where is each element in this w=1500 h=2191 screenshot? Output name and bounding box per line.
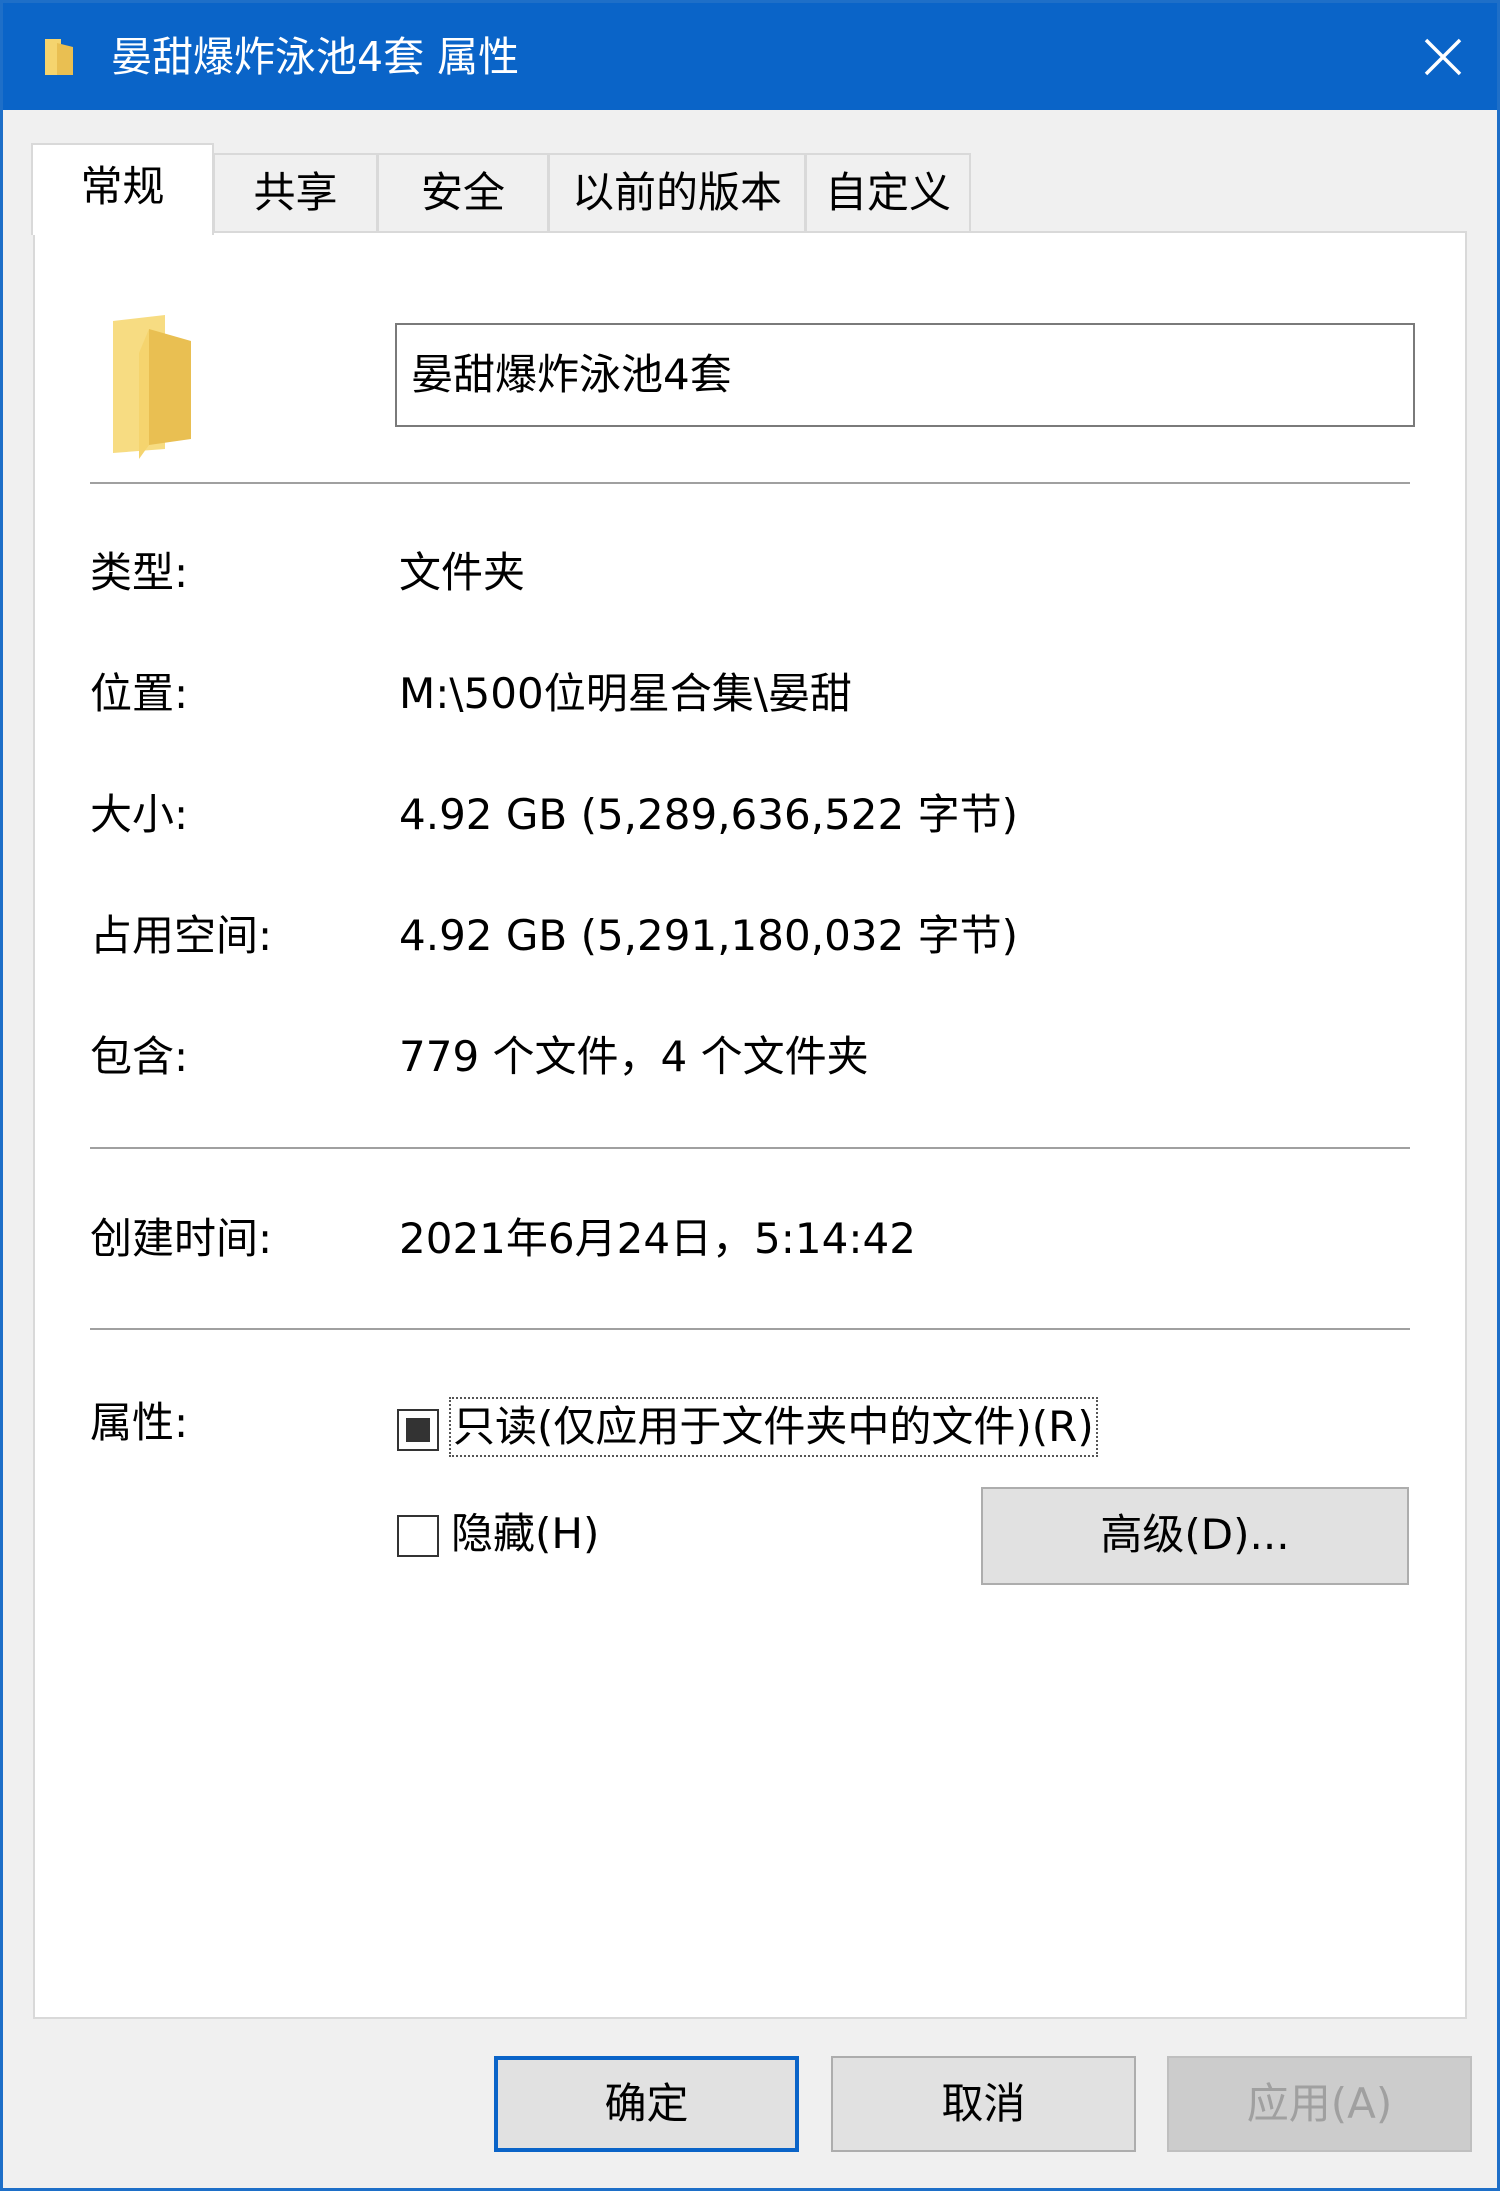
size-label: 大小:: [90, 790, 189, 839]
location-label: 位置:: [90, 669, 189, 718]
readonly-checkbox[interactable]: [397, 1409, 439, 1451]
size-value: 4.92 GB (5,289,636,522 字节): [399, 790, 1018, 839]
tab-sharing[interactable]: 共享: [213, 153, 378, 233]
hidden-checkbox[interactable]: [397, 1515, 439, 1557]
hidden-label[interactable]: 隐藏(H): [451, 1506, 599, 1562]
close-button[interactable]: [1403, 21, 1483, 93]
folder-icon: [45, 39, 73, 75]
tab-security[interactable]: 安全: [377, 153, 549, 233]
created-value: 2021年6月24日，5:14:42: [399, 1214, 916, 1263]
contains-value: 779 个文件，4 个文件夹: [399, 1032, 869, 1081]
indeterminate-mark: [406, 1418, 430, 1442]
attributes-label: 属性:: [90, 1398, 189, 1447]
cancel-button[interactable]: 取消: [831, 2056, 1136, 2152]
type-value: 文件夹: [399, 548, 526, 597]
title-bar[interactable]: 晏甜爆炸泳池4套 属性: [3, 3, 1497, 110]
size-on-disk-value: 4.92 GB (5,291,180,032 字节): [399, 911, 1018, 960]
type-label: 类型:: [90, 548, 189, 597]
tab-general[interactable]: 常规: [31, 143, 214, 235]
close-icon: [1424, 38, 1462, 76]
apply-button[interactable]: 应用(A): [1167, 2056, 1472, 2152]
divider: [90, 1328, 1410, 1330]
divider: [90, 1147, 1410, 1149]
folder-icon: [113, 315, 191, 459]
readonly-label[interactable]: 只读(仅应用于文件夹中的文件)(R): [449, 1397, 1098, 1457]
tab-customize[interactable]: 自定义: [805, 153, 971, 233]
tab-previous-versions[interactable]: 以前的版本: [548, 153, 806, 233]
divider: [90, 482, 1410, 484]
contains-label: 包含:: [90, 1032, 189, 1081]
folder-name-input[interactable]: 晏甜爆炸泳池4套: [395, 323, 1415, 427]
advanced-button[interactable]: 高级(D)...: [981, 1487, 1409, 1585]
window-title: 晏甜爆炸泳池4套 属性: [111, 33, 520, 81]
created-label: 创建时间:: [90, 1214, 273, 1263]
properties-window: 晏甜爆炸泳池4套 属性 常规 共享 安全 以前的版本 自定义 晏甜爆炸泳池4套 …: [0, 0, 1500, 2191]
ok-button[interactable]: 确定: [494, 2056, 799, 2152]
size-on-disk-label: 占用空间:: [90, 911, 273, 960]
general-panel: 晏甜爆炸泳池4套 类型: 文件夹 位置: M:\500位明星合集\晏甜 大小: …: [33, 231, 1467, 2019]
location-value: M:\500位明星合集\晏甜: [399, 669, 852, 718]
